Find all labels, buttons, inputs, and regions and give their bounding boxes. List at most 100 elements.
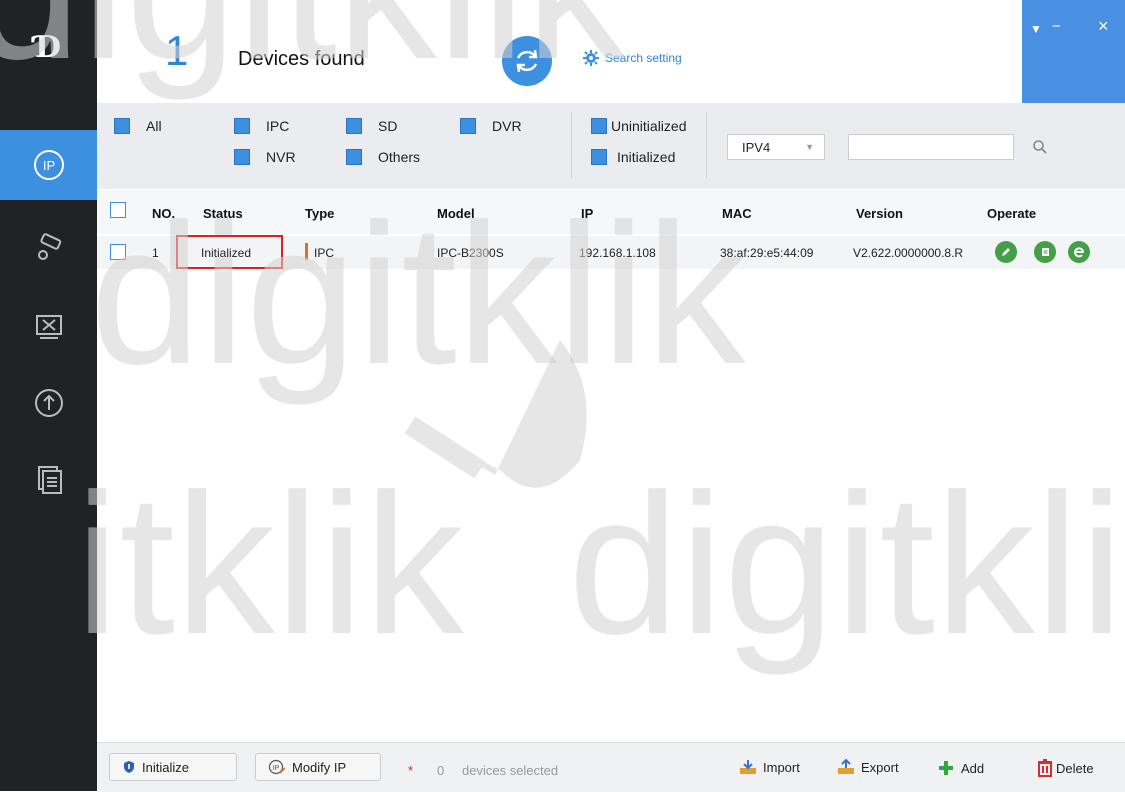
column-header-no: NO. xyxy=(152,206,176,221)
filter-initialized[interactable]: Initialized xyxy=(591,149,675,165)
camera-gear-icon xyxy=(37,233,61,260)
filter-initialized-label: Initialized xyxy=(617,149,676,165)
ip-version-value: IPV4 xyxy=(742,139,771,155)
ipc-checkbox[interactable] xyxy=(234,118,250,134)
column-header-type: Type xyxy=(305,206,335,221)
uninitialized-checkbox[interactable] xyxy=(591,118,607,134)
tools-icon xyxy=(35,315,62,339)
row-ip: 192.168.1.108 xyxy=(579,246,656,260)
filter-uninitialized[interactable]: Uninitialized xyxy=(591,118,686,134)
row-no: 1 xyxy=(152,246,159,260)
search-setting-label: Search setting xyxy=(605,51,682,65)
all-checkbox[interactable] xyxy=(114,118,130,134)
filter-divider xyxy=(571,112,572,178)
filter-ipc[interactable]: IPC xyxy=(234,118,289,134)
window-menu-button[interactable]: ▼ xyxy=(1030,22,1042,36)
row-model: IPC-B2300S xyxy=(437,246,504,260)
add-button[interactable]: Add xyxy=(937,759,984,777)
plus-icon xyxy=(939,761,953,775)
sidebar-item-documents[interactable] xyxy=(0,444,97,514)
filter-sd-label: SD xyxy=(378,118,398,134)
row-status: Initialized xyxy=(201,246,252,260)
svg-text:IP: IP xyxy=(273,765,280,772)
initialize-button[interactable]: Initialize xyxy=(109,753,237,781)
sidebar-item-upgrade[interactable] xyxy=(0,368,97,438)
initialized-checkbox[interactable] xyxy=(591,149,607,165)
table-header xyxy=(97,190,1125,234)
column-header-operate: Operate xyxy=(987,206,1037,221)
import-label: Import xyxy=(763,759,800,775)
chevron-down-icon: ▼ xyxy=(805,142,814,152)
delete-label: Delete xyxy=(1056,760,1094,776)
export-label: Export xyxy=(861,759,899,775)
refresh-icon xyxy=(516,49,538,73)
sidebar-item-ip-search[interactable]: IP xyxy=(0,130,97,200)
filter-dvr-label: DVR xyxy=(492,118,522,134)
modify-ip-label: Modify IP xyxy=(292,759,347,775)
add-label: Add xyxy=(961,760,985,776)
export-button[interactable]: Export xyxy=(837,759,899,775)
column-header-status: Status xyxy=(203,206,243,221)
sidebar-item-device-config[interactable] xyxy=(0,212,97,282)
browser-icon xyxy=(1074,247,1085,258)
row-mac: 38:af:29:e5:44:09 xyxy=(720,246,814,260)
filter-dvr[interactable]: DVR xyxy=(460,118,522,134)
filter-sd[interactable]: SD xyxy=(346,118,397,134)
column-header-ip: IP xyxy=(581,206,594,221)
column-header-model: Model xyxy=(437,206,475,221)
dvr-checkbox[interactable] xyxy=(460,118,476,134)
delete-button[interactable]: Delete xyxy=(1036,759,1094,777)
filter-nvr-label: NVR xyxy=(266,149,296,165)
filter-ipc-label: IPC xyxy=(266,118,290,134)
ip-icon: IP xyxy=(33,150,64,180)
import-icon xyxy=(740,760,756,774)
refresh-button[interactable] xyxy=(502,36,552,86)
column-header-mac: MAC xyxy=(722,206,752,221)
window-controls xyxy=(1022,0,1125,103)
column-header-version: Version xyxy=(856,206,903,221)
details-button[interactable] xyxy=(1034,241,1056,263)
nvr-checkbox[interactable] xyxy=(234,149,250,165)
pencil-icon xyxy=(1002,248,1010,256)
device-count: 1 xyxy=(165,27,189,74)
edit-button[interactable] xyxy=(995,241,1017,263)
trash-icon xyxy=(1038,759,1052,777)
select-all-checkbox[interactable] xyxy=(110,202,126,218)
selected-label: devices selected xyxy=(462,763,559,778)
row-type: IPC xyxy=(314,246,335,260)
row-checkbox[interactable] xyxy=(110,244,126,260)
gear-icon xyxy=(583,50,599,66)
search-setting-button[interactable]: Search setting xyxy=(583,50,682,66)
sidebar: Ɗ IP xyxy=(0,0,97,791)
others-checkbox[interactable] xyxy=(346,149,362,165)
app-logo: Ɗ xyxy=(34,30,61,65)
shield-icon xyxy=(124,761,134,773)
filter-others[interactable]: Others xyxy=(346,149,420,165)
filter-divider-2 xyxy=(706,112,707,178)
ip-version-select[interactable]: IPV4 ▼ xyxy=(727,134,825,160)
initialize-label: Initialize xyxy=(142,759,189,775)
filter-all[interactable]: All xyxy=(114,118,162,134)
import-button[interactable]: Import xyxy=(739,759,800,775)
sidebar-item-system-tools[interactable] xyxy=(0,292,97,362)
row-version: V2.622.0000000.8.R xyxy=(853,246,964,260)
web-button[interactable] xyxy=(1068,241,1090,263)
filter-nvr[interactable]: NVR xyxy=(234,149,296,165)
type-marker xyxy=(305,243,308,260)
search-icon[interactable] xyxy=(1032,139,1048,155)
watermark-bottom-right: digitkli xyxy=(568,453,1124,676)
filter-others-label: Others xyxy=(378,149,421,165)
document-icon xyxy=(1042,248,1049,256)
sd-checkbox[interactable] xyxy=(346,118,362,134)
close-button[interactable]: × xyxy=(1098,16,1109,37)
modify-ip-button[interactable]: IP Modify IP xyxy=(255,753,381,781)
devices-found-label: Devices found xyxy=(238,48,365,70)
search-input[interactable] xyxy=(848,134,1014,160)
filter-all-label: All xyxy=(146,118,162,134)
butterfly-watermark-icon xyxy=(404,340,587,488)
selected-star: * xyxy=(408,763,414,778)
svg-text:IP: IP xyxy=(42,158,54,173)
minimize-button[interactable]: − xyxy=(1052,18,1061,35)
upgrade-icon xyxy=(34,389,63,417)
selected-count: 0 xyxy=(437,763,445,778)
